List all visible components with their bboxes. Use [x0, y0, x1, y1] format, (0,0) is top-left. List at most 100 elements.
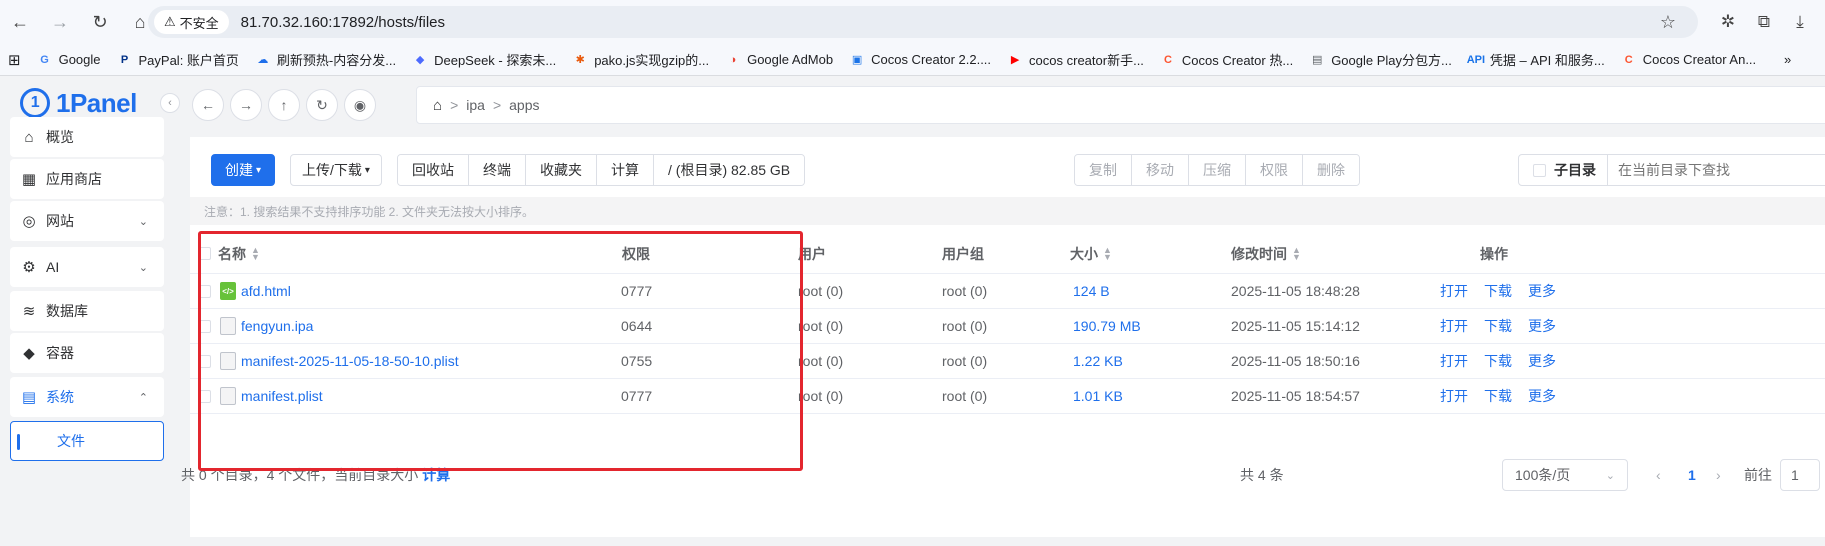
- size-cell[interactable]: 124 B: [1073, 274, 1110, 308]
- sort-icon[interactable]: ▲ ▼: [1103, 245, 1112, 261]
- open-button[interactable]: 打开: [1440, 316, 1468, 336]
- current-page[interactable]: 1: [1688, 455, 1696, 495]
- header-name[interactable]: 名称 ▲ ▼: [218, 234, 260, 273]
- more-button[interactable]: 更多: [1528, 281, 1556, 301]
- address-bar[interactable]: ⚠ 不安全 81.70.32.160:17892/hosts/files ☆: [148, 6, 1698, 38]
- file-name-link[interactable]: fengyun.ipa: [241, 318, 313, 334]
- permission-cell[interactable]: 0777: [621, 379, 652, 413]
- delete-button[interactable]: 删除: [1303, 155, 1359, 185]
- group-cell[interactable]: root (0): [942, 344, 987, 378]
- back-icon[interactable]: ←: [0, 0, 40, 44]
- reload-icon[interactable]: ↻: [80, 0, 120, 44]
- more-bookmarks-icon[interactable]: »: [1776, 46, 1799, 74]
- sidebar-item-overview[interactable]: ⌂ 概览: [10, 117, 164, 157]
- file-name-link[interactable]: afd.html: [241, 283, 291, 299]
- forward-icon[interactable]: →: [40, 0, 80, 44]
- bookmark-item[interactable]: C Cocos Creator 热...: [1152, 46, 1301, 74]
- bookmark-item[interactable]: P PayPal: 账户首页: [109, 46, 247, 74]
- checkbox[interactable]: [1533, 163, 1546, 177]
- sidebar-item-website[interactable]: ◎ 网站 ⌄: [10, 201, 164, 241]
- bookmark-item[interactable]: ▣ Cocos Creator 2.2....: [841, 46, 999, 74]
- more-button[interactable]: 更多: [1528, 316, 1556, 336]
- terminal-button[interactable]: 终端: [469, 155, 526, 185]
- sidebar-item-ai[interactable]: ⚙ AI ⌄: [10, 247, 164, 287]
- page-size-select[interactable]: 100条/页 ⌄: [1502, 459, 1628, 491]
- root-disk-info[interactable]: / (根目录) 82.85 GB: [654, 155, 805, 185]
- breadcrumb-apps[interactable]: apps: [509, 97, 539, 113]
- download-button[interactable]: 下载: [1484, 316, 1512, 336]
- bookmark-item[interactable]: API 凭据 – API 和服务...: [1460, 46, 1613, 74]
- row-checkbox[interactable]: [198, 284, 211, 298]
- bookmark-item[interactable]: ☁ 刷新预热-内容分发...: [247, 46, 404, 74]
- move-button[interactable]: 移动: [1132, 155, 1189, 185]
- bookmark-item[interactable]: G Google: [29, 46, 109, 74]
- bookmark-item[interactable]: ◑ Google AdMob: [717, 46, 841, 74]
- favorites-button[interactable]: 收藏夹: [526, 155, 597, 185]
- file-name-link[interactable]: manifest.plist: [241, 388, 323, 404]
- open-button[interactable]: 打开: [1440, 386, 1468, 406]
- group-cell[interactable]: root (0): [942, 274, 987, 308]
- bookmark-item[interactable]: ✱ pako.js实现gzip的...: [564, 46, 717, 74]
- file-name-cell[interactable]: manifest-2025-11-05-18-50-10.plist: [220, 344, 459, 378]
- calculate-link[interactable]: 计算: [422, 465, 450, 485]
- brand-logo[interactable]: 1 1Panel: [20, 85, 137, 121]
- permission-cell[interactable]: 0644: [621, 309, 652, 343]
- permission-cell[interactable]: 0755: [621, 344, 652, 378]
- table-row[interactable]: manifest-2025-11-05-18-50-10.plist 0755 ro…: [190, 344, 1825, 379]
- sort-icon[interactable]: ▲ ▼: [1292, 245, 1301, 261]
- bookmark-star-icon[interactable]: ☆: [1660, 12, 1676, 33]
- user-cell[interactable]: root (0): [798, 274, 843, 308]
- download-icon[interactable]: ⤓: [1782, 0, 1818, 44]
- size-cell[interactable]: 190.79 MB: [1073, 309, 1141, 343]
- user-cell[interactable]: root (0): [798, 379, 843, 413]
- header-mtime[interactable]: 修改时间 ▲ ▼: [1231, 234, 1301, 273]
- user-cell[interactable]: root (0): [798, 344, 843, 378]
- refresh-button[interactable]: ↻: [306, 89, 338, 121]
- bookmark-item[interactable]: ▶ cocos creator新手...: [999, 46, 1152, 74]
- extensions-puzzle-icon[interactable]: ⧉: [1746, 0, 1782, 44]
- compress-button[interactable]: 压缩: [1189, 155, 1246, 185]
- bookmark-item[interactable]: ▤ Google Play分包方...: [1301, 46, 1460, 74]
- eye-button[interactable]: ◉: [344, 89, 376, 121]
- table-row[interactable]: fengyun.ipa 0644 root (0) root (0) 190.79 MB…: [190, 309, 1825, 344]
- sidebar-item-database[interactable]: ≋ 数据库: [10, 291, 164, 331]
- permission-cell[interactable]: 0777: [621, 274, 652, 308]
- extension-bug-icon[interactable]: ✲: [1710, 0, 1746, 44]
- bookmark-item[interactable]: C Cocos Creator An...: [1613, 46, 1764, 74]
- bookmark-item[interactable]: ◆ DeepSeek - 探索未...: [404, 46, 564, 74]
- size-cell[interactable]: 1.22 KB: [1073, 344, 1123, 378]
- file-name-link[interactable]: manifest-2025-11-05-18-50-10.plist: [241, 353, 459, 369]
- sidebar-item-files[interactable]: 文件: [10, 421, 164, 461]
- create-button[interactable]: 创建 ▾: [211, 154, 275, 186]
- subdirectory-checkbox[interactable]: 子目录: [1518, 154, 1608, 186]
- open-button[interactable]: 打开: [1440, 351, 1468, 371]
- group-cell[interactable]: root (0): [942, 379, 987, 413]
- header-size[interactable]: 大小 ▲ ▼: [1070, 234, 1112, 273]
- sidebar-item-app-store[interactable]: ▦ 应用商店: [10, 159, 164, 199]
- apps-grid-icon[interactable]: ⊞: [0, 46, 29, 74]
- download-button[interactable]: 下载: [1484, 351, 1512, 371]
- row-checkbox[interactable]: [198, 354, 211, 368]
- file-name-cell[interactable]: </> afd.html: [220, 274, 291, 308]
- size-cell[interactable]: 1.01 KB: [1073, 379, 1123, 413]
- table-row[interactable]: </> afd.html 0777 root (0) root (0) 124 B 2025…: [190, 274, 1825, 309]
- search-input[interactable]: [1608, 154, 1825, 186]
- row-checkbox[interactable]: [198, 389, 211, 403]
- sidebar-item-system[interactable]: ▤ 系统 ⌃: [10, 377, 164, 417]
- table-row[interactable]: manifest.plist 0777 root (0) root (0) 1.01 K…: [190, 379, 1825, 414]
- download-button[interactable]: 下载: [1484, 281, 1512, 301]
- next-page-icon[interactable]: ›: [1716, 455, 1721, 495]
- goto-page-input[interactable]: 1: [1780, 459, 1820, 491]
- select-all-checkbox[interactable]: [198, 247, 211, 260]
- security-chip[interactable]: ⚠ 不安全: [154, 10, 229, 34]
- recycle-bin-button[interactable]: 回收站: [398, 155, 469, 185]
- calculate-button[interactable]: 计算: [597, 155, 654, 185]
- permission-button[interactable]: 权限: [1246, 155, 1303, 185]
- group-cell[interactable]: root (0): [942, 309, 987, 343]
- copy-button[interactable]: 复制: [1075, 155, 1132, 185]
- sidebar-item-container[interactable]: ◆ 容器: [10, 333, 164, 373]
- home-icon[interactable]: ⌂: [433, 97, 442, 114]
- file-name-cell[interactable]: manifest.plist: [220, 379, 323, 413]
- forward-arrow-button[interactable]: →: [230, 89, 262, 121]
- sort-icon[interactable]: ▲ ▼: [251, 245, 260, 261]
